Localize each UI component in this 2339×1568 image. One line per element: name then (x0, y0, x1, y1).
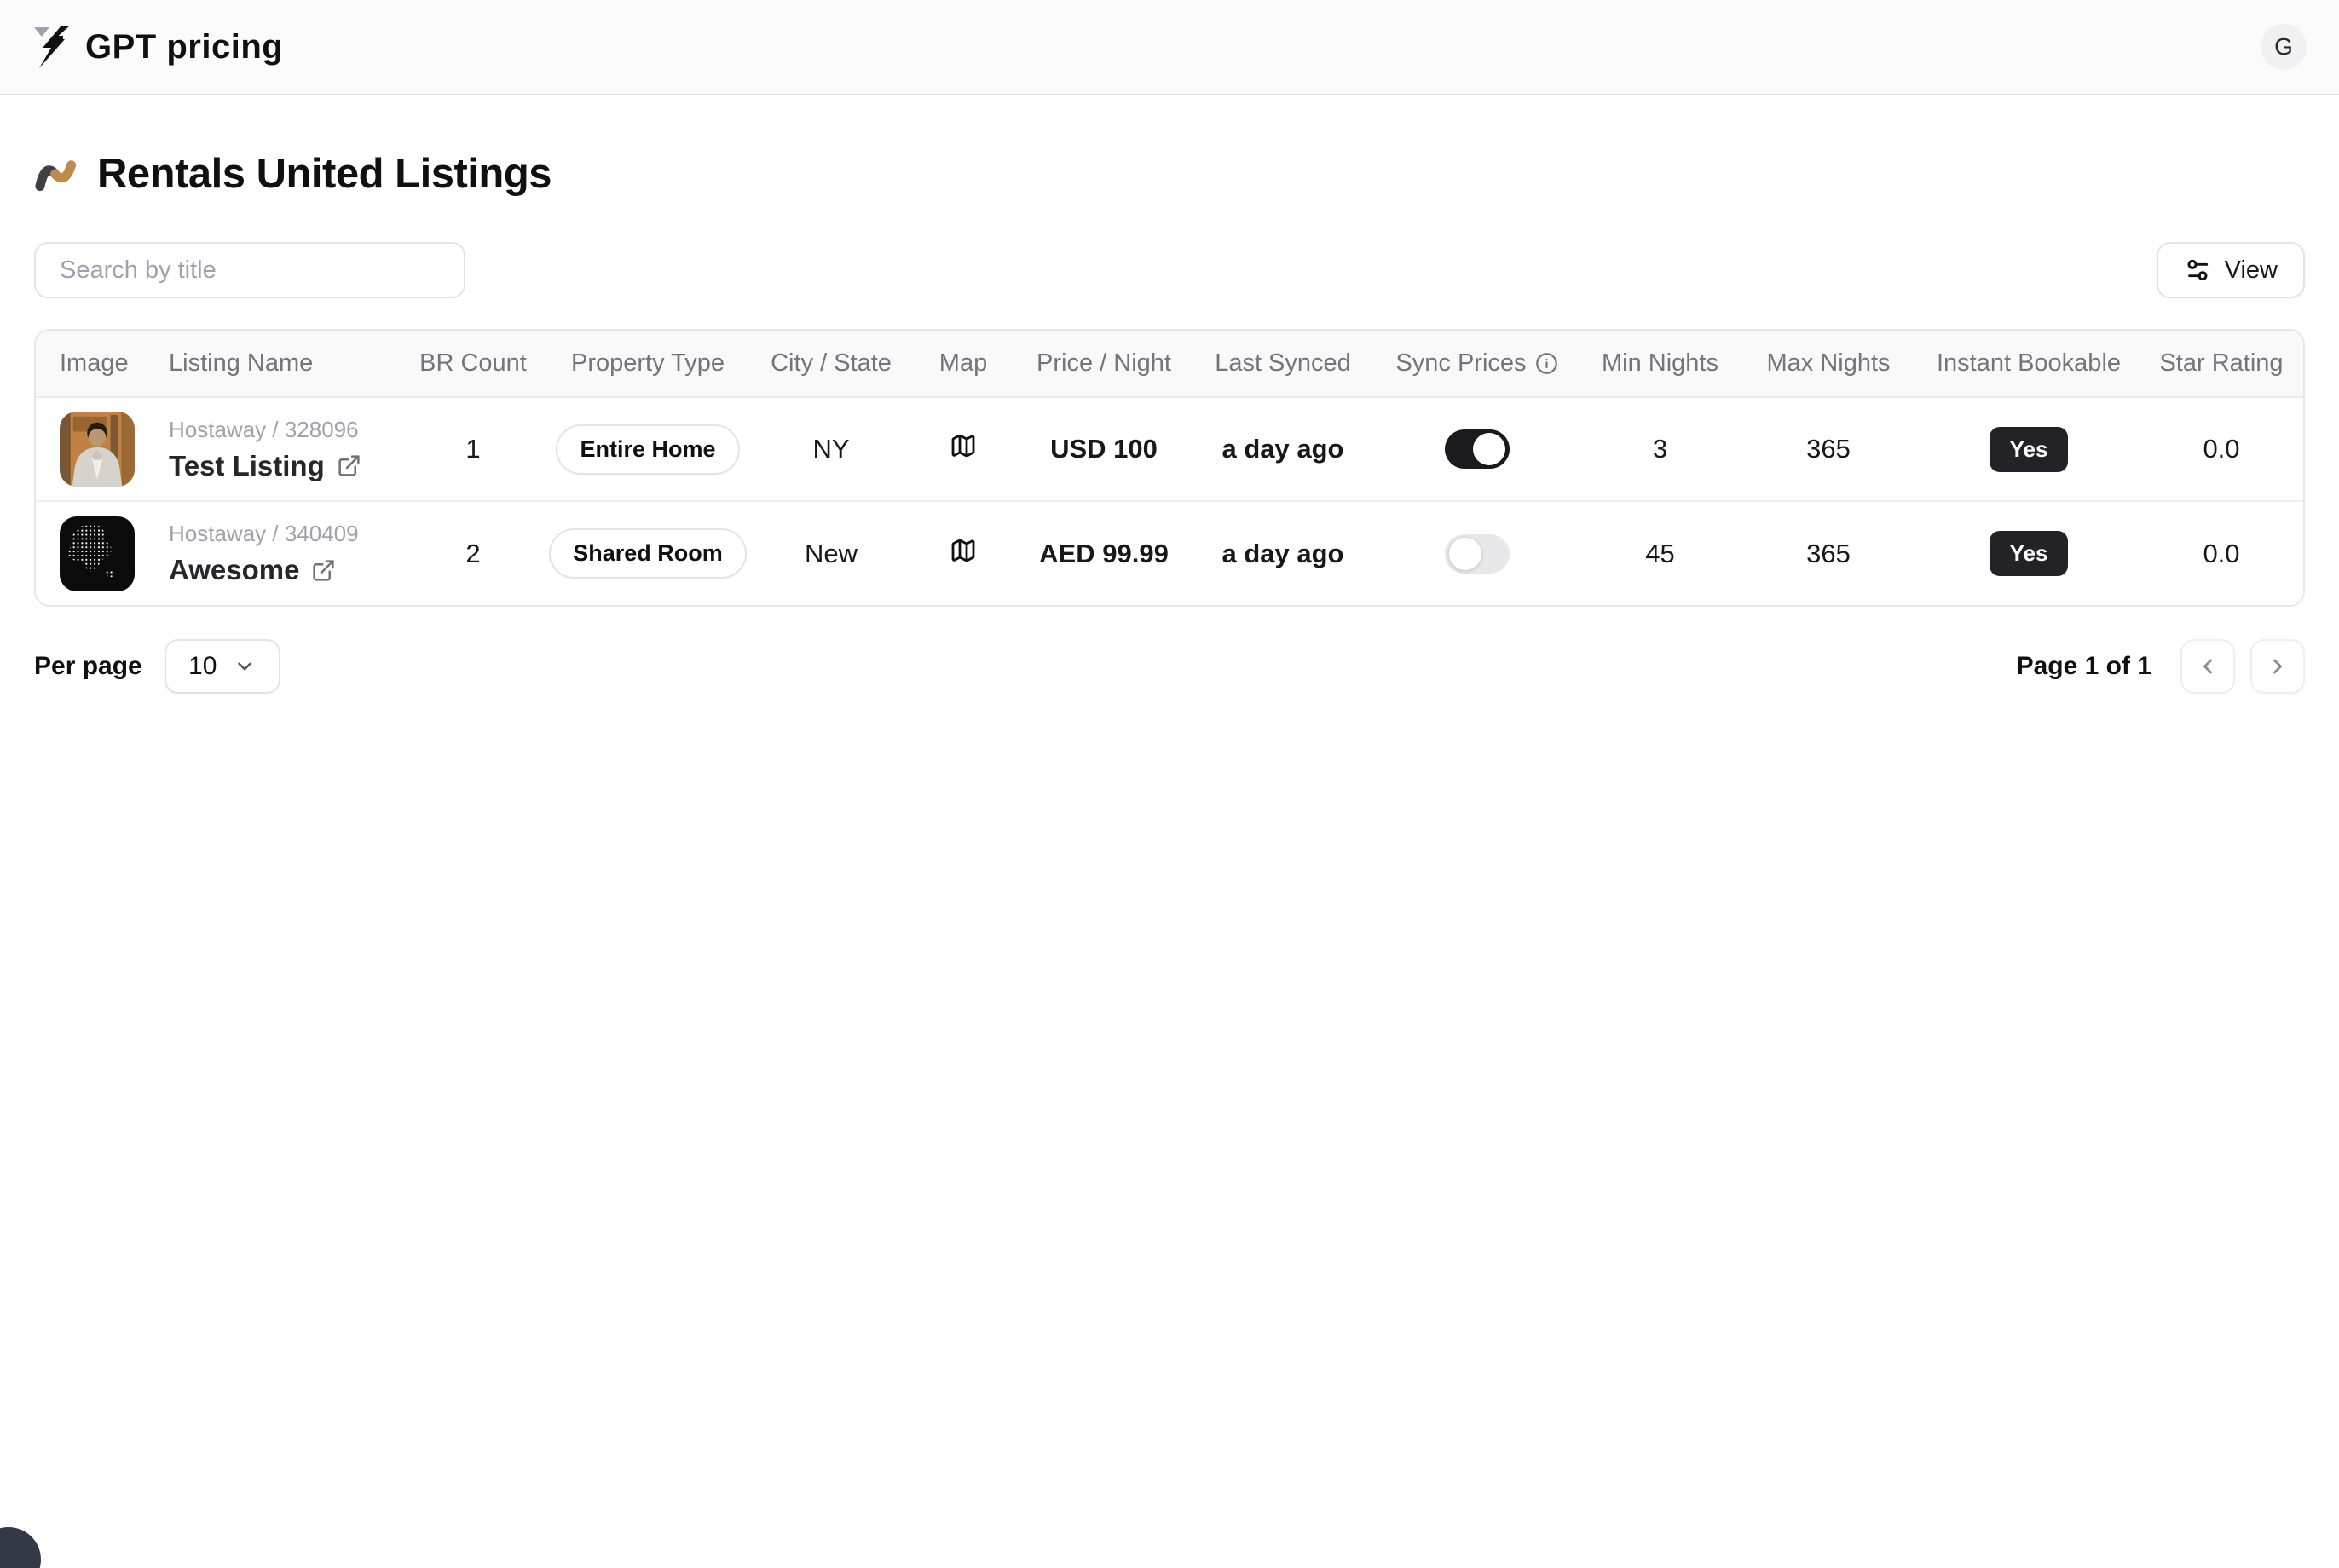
price-night-cell: AED 99.99 (1014, 501, 1193, 605)
listing-name-link[interactable]: Test Listing (169, 450, 361, 482)
col-header-star-rating: Star Rating (2140, 331, 2303, 397)
city-state-cell: New (750, 501, 912, 605)
sync-prices-label: Sync Prices (1395, 349, 1526, 378)
search-input[interactable] (34, 242, 465, 298)
view-button[interactable]: View (2157, 242, 2305, 298)
external-link-icon (337, 453, 361, 478)
table-row: Hostaway / 340409 Awesome 2 (36, 501, 2303, 605)
listing-thumbnail (60, 412, 135, 487)
next-page-button[interactable] (2250, 639, 2305, 694)
col-header-property-type: Property Type (546, 331, 750, 397)
star-rating-cell: 0.0 (2140, 501, 2303, 605)
col-header-price-night: Price / Night (1014, 331, 1193, 397)
listings-table: Image Listing Name BR Count Property Typ… (36, 331, 2303, 605)
pagination-bar: Per page 10 Page 1 of 1 (34, 639, 2305, 694)
page-info: Page 1 of 1 (2017, 652, 2151, 681)
max-nights-cell: 365 (1739, 397, 1918, 501)
view-button-label: View (2225, 257, 2278, 285)
map-icon[interactable] (950, 432, 977, 459)
col-header-instant-bookable: Instant Bookable (1918, 331, 2140, 397)
col-header-listing-name: Listing Name (152, 331, 401, 397)
col-header-max-nights: Max Nights (1739, 331, 1918, 397)
chevron-right-icon (2266, 654, 2290, 678)
per-page-select[interactable]: 10 (165, 639, 280, 694)
rentals-united-wave-icon (34, 155, 78, 193)
col-header-last-synced: Last Synced (1193, 331, 1372, 397)
sliders-icon (2184, 257, 2211, 284)
col-header-br-count: BR Count (401, 331, 546, 397)
star-rating-cell: 0.0 (2140, 397, 2303, 501)
price-night-cell: USD 100 (1014, 397, 1193, 501)
prev-page-button[interactable] (2180, 639, 2235, 694)
per-page-label: Per page (34, 652, 142, 681)
info-icon[interactable] (1535, 352, 1558, 375)
min-nights-cell: 45 (1581, 501, 1739, 605)
listing-name: Test Listing (169, 450, 325, 482)
brand-logo[interactable]: GPT pricing (32, 26, 283, 68)
chevron-down-icon (234, 655, 256, 677)
external-link-icon (311, 558, 336, 583)
property-type-badge: Shared Room (549, 528, 747, 579)
chevron-left-icon (2196, 654, 2220, 678)
corner-widget-bubble[interactable] (0, 1527, 41, 1568)
last-synced-cell: a day ago (1193, 501, 1372, 605)
table-row: Hostaway / 328096 Test Listing 1 (36, 397, 2303, 501)
brand-bolt-icon (32, 26, 72, 68)
page-title: Rentals United Listings (97, 150, 552, 198)
instant-bookable-badge: Yes (1990, 427, 2069, 472)
city-state-cell: NY (750, 397, 912, 501)
listing-thumbnail (60, 516, 135, 591)
listing-source: Hostaway / 340409 (169, 521, 401, 547)
min-nights-cell: 3 (1581, 397, 1739, 501)
listing-source: Hostaway / 328096 (169, 417, 401, 443)
sync-prices-toggle[interactable] (1445, 429, 1510, 469)
max-nights-cell: 365 (1739, 501, 1918, 605)
col-header-min-nights: Min Nights (1581, 331, 1739, 397)
map-icon[interactable] (950, 537, 977, 564)
per-page-value: 10 (188, 652, 217, 681)
instant-bookable-badge: Yes (1990, 531, 2069, 576)
col-header-sync-prices: Sync Prices (1372, 331, 1581, 397)
sync-prices-toggle[interactable] (1445, 534, 1510, 574)
listing-name-link[interactable]: Awesome (169, 554, 336, 586)
toolbar: View (34, 242, 2305, 298)
avatar-initial: G (2274, 33, 2293, 61)
col-header-image: Image (36, 331, 152, 397)
last-synced-cell: a day ago (1193, 397, 1372, 501)
property-type-badge: Entire Home (556, 424, 739, 475)
page-title-row: Rentals United Listings (34, 150, 2305, 198)
user-avatar[interactable]: G (2261, 24, 2307, 70)
table-header-row: Image Listing Name BR Count Property Typ… (36, 331, 2303, 397)
top-bar: GPT pricing G (0, 0, 2339, 95)
br-count-cell: 2 (401, 501, 546, 605)
col-header-map: Map (912, 331, 1014, 397)
col-header-city-state: City / State (750, 331, 912, 397)
brand-name: GPT pricing (85, 28, 283, 66)
listing-name: Awesome (169, 554, 299, 586)
listings-table-card: Image Listing Name BR Count Property Typ… (34, 329, 2305, 607)
br-count-cell: 1 (401, 397, 546, 501)
